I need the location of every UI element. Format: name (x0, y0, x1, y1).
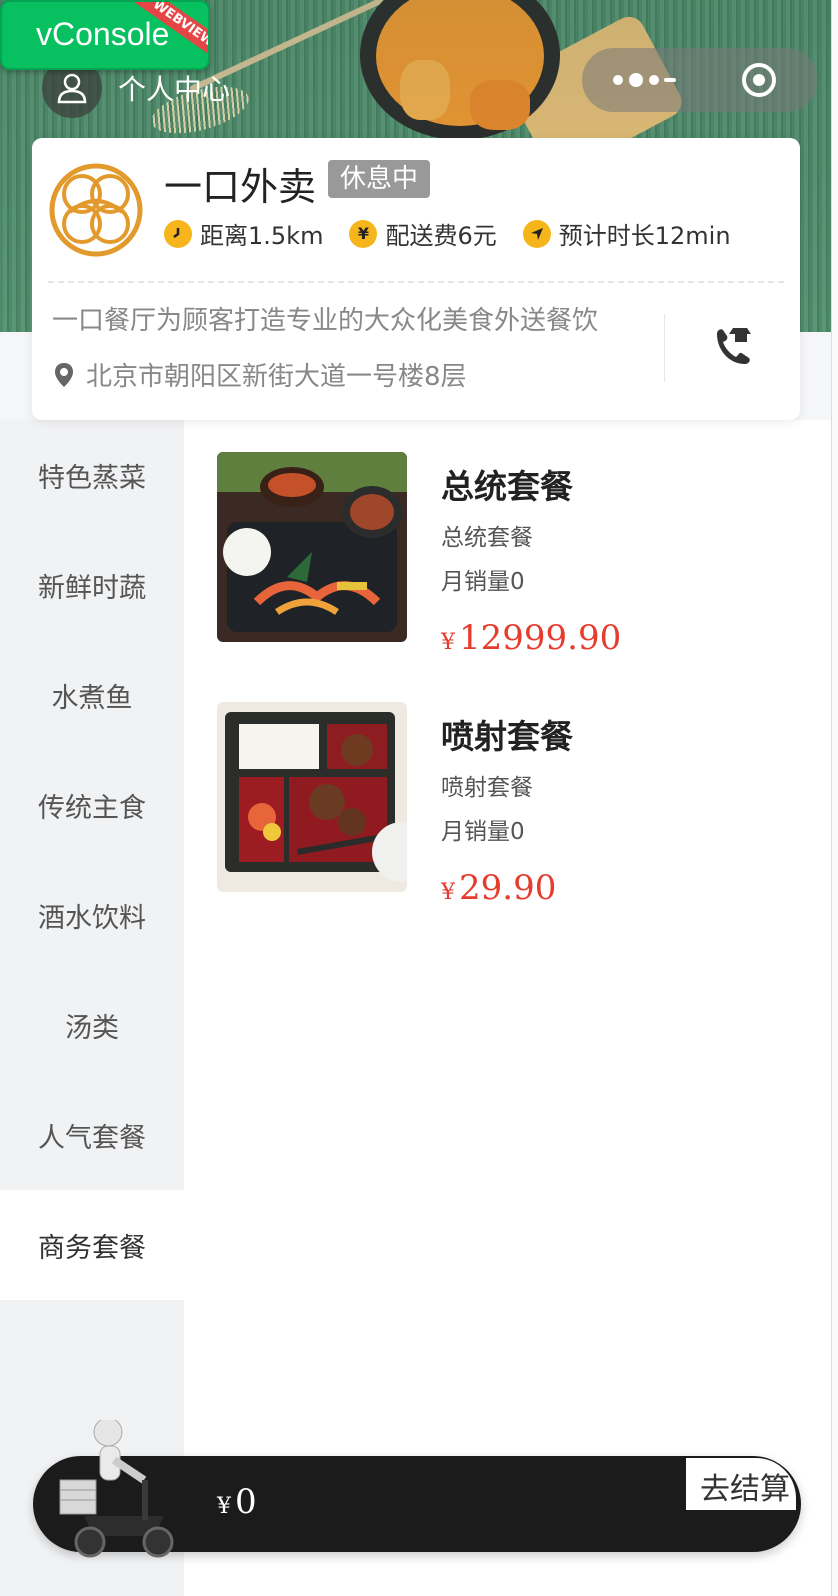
delivery-time-text: 预计时长12min (558, 222, 731, 250)
product-price: ¥ 12999.90 (441, 618, 621, 658)
more-button[interactable] (582, 48, 700, 112)
category-item-active[interactable]: 商务套餐 (0, 1190, 184, 1300)
price-value: 12999.90 (459, 618, 622, 658)
category-item[interactable]: 汤类 (0, 970, 184, 1080)
product-item[interactable]: 喷射套餐 喷射套餐 月销量0 ¥ 29.90 (217, 702, 817, 908)
store-status-badge: 休息中 (328, 160, 431, 198)
location-pin-icon (55, 362, 73, 387)
cart-total: ¥ 0 (217, 1482, 257, 1522)
yen-icon: ¥ (349, 219, 378, 248)
target-icon (741, 63, 776, 97)
delivery-fee-info: ¥ 配送费6元 (349, 216, 497, 251)
product-price: ¥ 29.90 (441, 868, 556, 908)
cart-amount-value: 0 (235, 1482, 257, 1522)
store-address-text: 北京市朝阳区新街大道一号楼8层 (86, 362, 467, 392)
delivery-fee-text: 配送费6元 (385, 222, 497, 250)
product-monthly-sales: 月销量0 (441, 569, 525, 595)
product-monthly-sales: 月销量0 (441, 819, 525, 845)
product-image (217, 702, 407, 892)
category-item[interactable]: 酒水饮料 (0, 860, 184, 970)
product-subtitle: 喷射套餐 (441, 775, 533, 801)
product-name: 喷射套餐 (441, 717, 573, 756)
category-item[interactable]: 水煮鱼 (0, 640, 184, 750)
close-miniprogram-button[interactable] (700, 48, 817, 112)
currency-symbol: ¥ (441, 630, 455, 655)
page-edge (832, 0, 838, 1596)
store-info-card: 一口外卖 休息中 距离1.5km ¥ 配送费6元 预计时长12min 一口餐厅为… (32, 138, 800, 420)
call-store-button[interactable] (692, 314, 772, 382)
cart-currency-symbol: ¥ (217, 1494, 231, 1519)
product-subtitle: 总统套餐 (441, 525, 533, 551)
category-item[interactable]: 新鲜时蔬 (0, 530, 184, 640)
checkout-button[interactable]: 去结算 (686, 1458, 796, 1510)
vconsole-button[interactable]: vConsole WEBVIEW (0, 0, 210, 70)
currency-symbol: ¥ (441, 880, 455, 905)
phone-divider (664, 314, 665, 382)
product-image (217, 452, 407, 642)
phone-icon (717, 328, 751, 364)
store-name: 一口外卖 (164, 165, 317, 209)
navigation-icon (522, 219, 551, 248)
store-meta-row: 距离1.5km ¥ 配送费6元 预计时长12min (164, 216, 757, 251)
store-logo (46, 160, 146, 260)
clock-icon (164, 219, 192, 248)
category-item[interactable]: 人气套餐 (0, 1080, 184, 1190)
product-list: 总统套餐 总统套餐 月销量0 ¥ 12999.90 喷射套餐 喷射套餐 月销量0… (184, 420, 831, 1596)
category-item[interactable]: 传统主食 (0, 750, 184, 860)
category-item[interactable]: 特色蒸菜 (0, 420, 184, 530)
vconsole-label: vConsole (36, 16, 170, 52)
personal-center-label: 个人中心 (118, 73, 231, 106)
more-dots-icon (613, 73, 676, 87)
distance-text: 距离1.5km (200, 222, 324, 250)
delivery-time-info: 预计时长12min (522, 216, 731, 251)
card-divider (48, 281, 784, 283)
page: vConsole WEBVIEW 个人中心 一口外卖 休息中 距离1.5km ¥… (0, 0, 832, 1596)
checkout-label: 去结算 (700, 1472, 790, 1507)
store-address: 北京市朝阳区新街大道一号楼8层 (52, 356, 467, 393)
product-name: 总统套餐 (441, 467, 573, 506)
delivery-rider-icon (54, 1417, 184, 1560)
miniprogram-capsule (582, 48, 818, 112)
price-value: 29.90 (459, 868, 557, 908)
distance-info: 距离1.5km (164, 216, 323, 251)
product-item[interactable]: 总统套餐 总统套餐 月销量0 ¥ 12999.90 (217, 452, 817, 658)
store-description: 一口餐厅为顾客打造专业的大众化美食外送餐饮 (52, 306, 599, 336)
